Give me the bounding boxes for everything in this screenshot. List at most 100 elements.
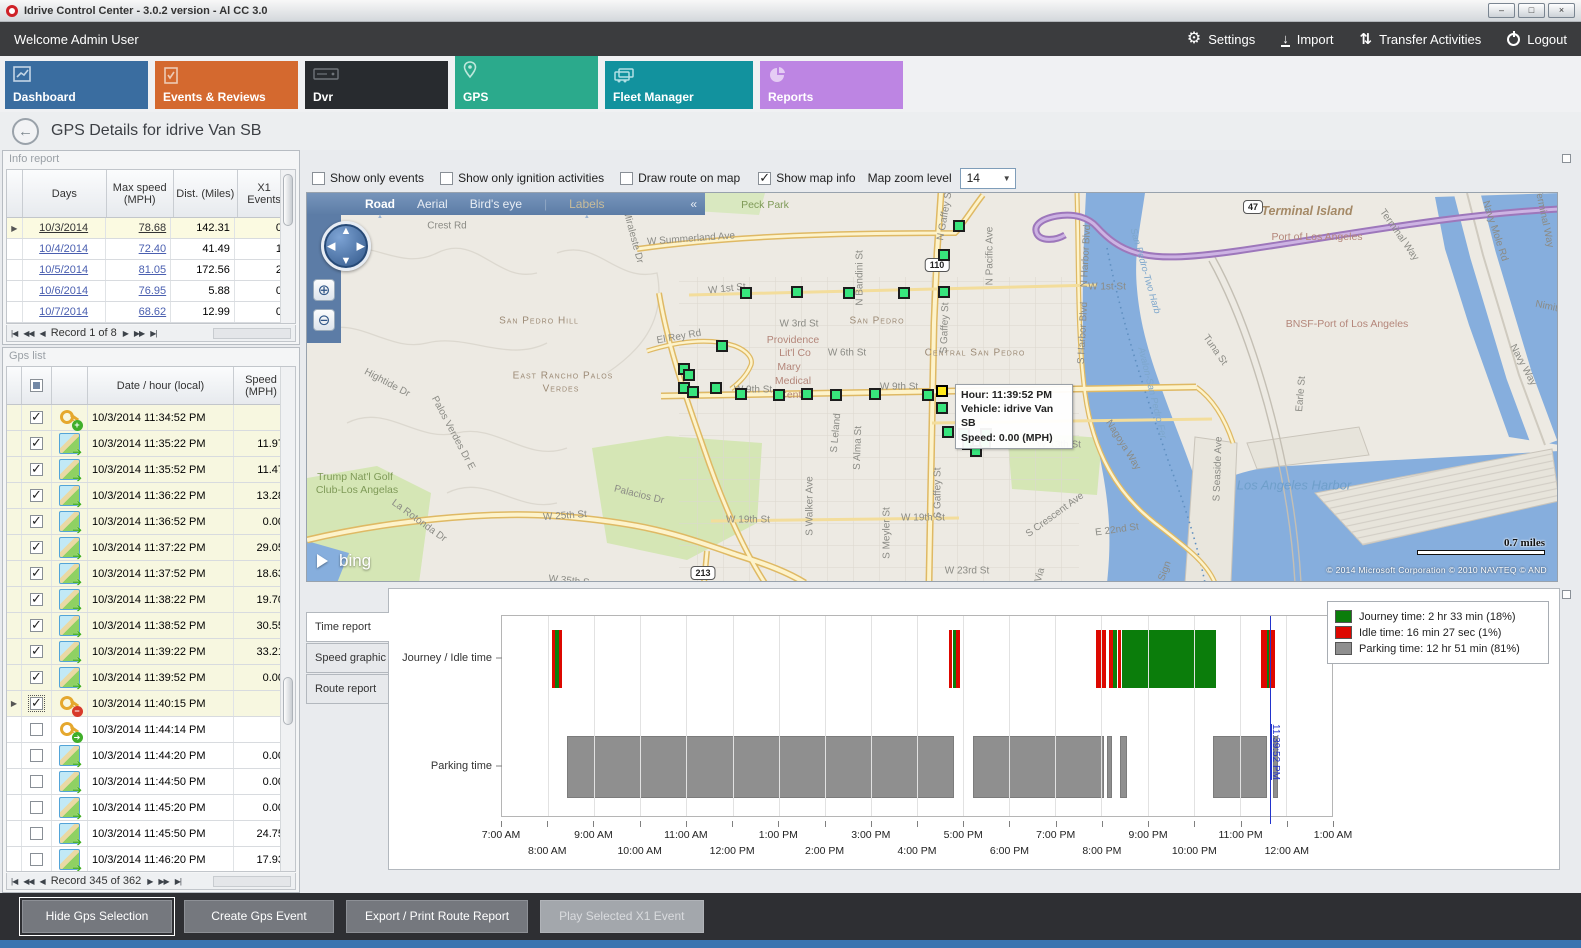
gps-row[interactable]: 10/3/2014 11:39:22 PM33.21 [7, 639, 295, 665]
pager-hscrollbar[interactable] [213, 328, 291, 339]
table-row[interactable]: 10/5/201481.05172.562 [7, 260, 295, 281]
gps-row[interactable]: 10/3/2014 11:35:22 PM11.97 [7, 431, 295, 457]
checkbox-cell[interactable] [22, 509, 52, 534]
gps-row[interactable]: 10/3/2014 11:38:52 PM30.55 [7, 613, 295, 639]
max-speed-link[interactable]: 72.40 [139, 243, 167, 255]
pager-next-button[interactable]: ▶ [147, 877, 152, 886]
pager-fastnext-button[interactable]: ▶▶ [134, 329, 144, 338]
zoom-out-button[interactable]: ⊖ [313, 309, 335, 331]
pager-fastprev-button[interactable]: ◀◀ [23, 877, 33, 886]
days-cell[interactable]: 10/3/2014 [23, 218, 106, 238]
gps-row[interactable]: 10/3/2014 11:44:50 PM0.00 [7, 769, 295, 795]
transfer-activities-button[interactable]: ⇅ Transfer Activities [1360, 32, 1482, 47]
table-row[interactable]: ▶10/3/201478.68142.310 [7, 218, 295, 239]
map-marker[interactable] [843, 287, 855, 299]
export-print-route-report-button[interactable]: Export / Print Route Report [346, 900, 528, 933]
gps-row[interactable]: 10/3/2014 11:39:52 PM0.00 [7, 665, 295, 691]
map-marker[interactable] [710, 382, 722, 394]
checkbox-cell[interactable] [22, 795, 52, 820]
map-marker[interactable] [938, 286, 950, 298]
create-gps-event-button[interactable]: Create Gps Event [184, 900, 334, 933]
max-speed-cell[interactable]: 78.68 [106, 218, 172, 238]
checkbox-cell[interactable] [22, 769, 52, 794]
max-speed-cell[interactable]: 72.40 [106, 239, 172, 259]
zoom-in-button[interactable]: ⊕ [313, 279, 335, 301]
checkbox-icon[interactable] [440, 172, 453, 185]
pager-last-button[interactable]: ▶| [150, 329, 156, 338]
pager-prev-button[interactable]: ◀ [40, 877, 45, 886]
pager-next-button[interactable]: ▶ [123, 329, 128, 338]
minimize-button[interactable]: – [1488, 3, 1515, 18]
chart-panel-maximize-icon[interactable] [1562, 590, 1571, 599]
gps-row[interactable]: 10/3/2014 11:44:20 PM0.00 [7, 743, 295, 769]
row-checkbox[interactable] [30, 827, 43, 840]
gps-row[interactable]: ▶10/3/2014 11:40:15 PM [7, 691, 295, 717]
pan-west-icon[interactable]: ◀ [327, 240, 335, 253]
tab-fleet-manager[interactable]: Fleet Manager [605, 61, 753, 109]
checkbox-cell[interactable] [22, 639, 52, 664]
pan-east-icon[interactable]: ▶ [357, 240, 365, 253]
max-speed-link[interactable]: 76.95 [139, 285, 167, 297]
gps-row[interactable]: 10/3/2014 11:37:22 PM29.05 [7, 535, 295, 561]
row-checkbox[interactable] [30, 411, 43, 424]
show-ignition-activities-checkbox[interactable]: Show only ignition activities [440, 171, 604, 185]
checkbox-cell[interactable] [22, 535, 52, 560]
map-marker[interactable] [953, 220, 965, 232]
days-cell[interactable]: 10/4/2014 [23, 239, 106, 259]
date-link[interactable]: 10/6/2014 [39, 285, 88, 297]
pager-fastnext-button[interactable]: ▶▶ [158, 877, 168, 886]
checkbox-cell[interactable] [22, 717, 52, 742]
gps-row[interactable]: 10/3/2014 11:45:50 PM24.75 [7, 821, 295, 847]
checkbox-cell[interactable] [22, 613, 52, 638]
maximize-button[interactable]: □ [1518, 3, 1545, 18]
pager-prev-button[interactable]: ◀ [40, 329, 45, 338]
max-speed-cell[interactable]: 68.62 [106, 302, 172, 322]
col-date-hour[interactable]: Date / hour (local) [88, 367, 234, 404]
back-button[interactable]: ← [12, 118, 39, 145]
play-selected-x1-event-button[interactable]: Play Selected X1 Event [540, 900, 703, 933]
checkbox-cell[interactable] [22, 457, 52, 482]
tab-gps[interactable]: GPS [455, 56, 598, 109]
row-checkbox[interactable] [30, 463, 43, 476]
map-marker[interactable] [791, 286, 803, 298]
select-all-checkbox[interactable] [30, 379, 43, 392]
row-checkbox[interactable] [30, 567, 43, 580]
map-marker[interactable] [716, 340, 728, 352]
checkbox-cell[interactable] [22, 821, 52, 846]
date-link[interactable]: 10/3/2014 [39, 222, 88, 234]
tab-events-reviews[interactable]: Events & Reviews [155, 61, 298, 109]
pager-last-button[interactable]: ▶| [175, 877, 181, 886]
checkbox-cell[interactable] [22, 561, 52, 586]
select-all-checkbox-cell[interactable] [22, 367, 52, 404]
map-marker[interactable] [869, 388, 881, 400]
col-distance[interactable]: Dist. (Miles) [174, 170, 239, 217]
max-speed-link[interactable]: 81.05 [139, 264, 167, 276]
map-mode-aerial[interactable]: Aerial [417, 197, 448, 211]
row-checkbox[interactable] [30, 697, 43, 710]
row-checkbox[interactable] [30, 723, 43, 736]
days-cell[interactable]: 10/6/2014 [23, 281, 106, 301]
map-marker[interactable] [801, 388, 813, 400]
tab-dvr[interactable]: Dvr [305, 61, 448, 109]
row-checkbox[interactable] [30, 437, 43, 450]
pan-north-icon[interactable]: ▲ [341, 225, 352, 237]
row-checkbox[interactable] [30, 645, 43, 658]
checkbox-icon[interactable] [758, 172, 771, 185]
map-marker[interactable] [936, 402, 948, 414]
logout-button[interactable]: Logout [1507, 32, 1567, 47]
map-zoom-dropdown[interactable]: 14 [960, 168, 1016, 189]
row-checkbox[interactable] [30, 489, 43, 502]
map-marker[interactable] [938, 249, 950, 261]
gps-row[interactable]: 10/3/2014 11:45:20 PM0.00 [7, 795, 295, 821]
table-row[interactable]: 10/6/201476.955.880 [7, 281, 295, 302]
col-days[interactable]: Days [23, 170, 107, 217]
date-link[interactable]: 10/5/2014 [39, 264, 88, 276]
tab-speed-graphic[interactable]: Speed graphic [306, 643, 388, 673]
max-speed-cell[interactable]: 76.95 [106, 281, 172, 301]
max-speed-link[interactable]: 78.68 [139, 222, 167, 234]
checkbox-cell[interactable] [22, 431, 52, 456]
checkbox-icon[interactable] [620, 172, 633, 185]
scrollbar-thumb[interactable] [283, 174, 293, 226]
gps-row[interactable]: 10/3/2014 11:44:14 PM [7, 717, 295, 743]
map-marker[interactable] [683, 369, 695, 381]
